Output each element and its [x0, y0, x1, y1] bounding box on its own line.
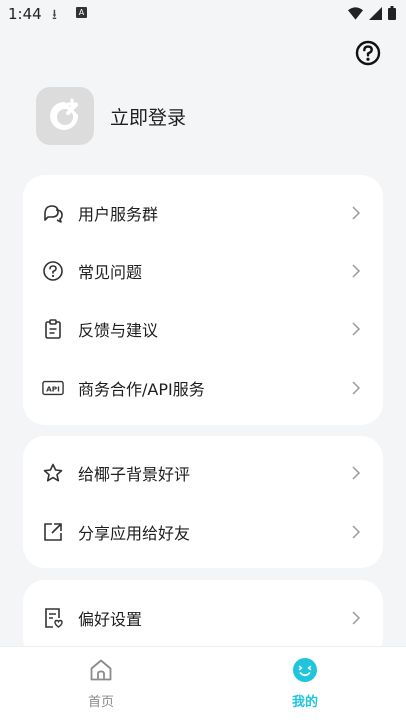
help-button[interactable] [355, 40, 381, 66]
menu-item-label: 商务合作/API服务 [78, 380, 205, 399]
menu-group-support: 用户服务群 常见问题 反馈与建议 API 商务合作/API服务 [23, 175, 383, 425]
chevron-right-icon [352, 264, 361, 278]
menu-item-label: 偏好设置 [78, 610, 143, 629]
bottom-tab-bar: 首页 我的 [0, 646, 406, 723]
svg-text:API: API [46, 385, 60, 394]
wifi-icon [348, 6, 363, 20]
tab-label: 我的 [291, 695, 318, 710]
menu-item-preferences[interactable]: 偏好设置 [23, 590, 383, 646]
api-icon: API [42, 377, 64, 399]
menu-item-feedback[interactable]: 反馈与建议 [23, 301, 383, 357]
question-circle-icon [355, 40, 381, 66]
menu-item-user-group[interactable]: 用户服务群 [23, 185, 383, 241]
menu-item-label: 给椰子背景好评 [78, 465, 191, 484]
menu-item-faq[interactable]: 常见问题 [23, 243, 383, 299]
status-time: 1:44 [8, 5, 42, 23]
tab-label: 首页 [87, 695, 114, 710]
login-section[interactable]: 立即登录 [36, 87, 186, 145]
menu-item-rate-app[interactable]: 给椰子背景好评 [23, 445, 383, 501]
tab-home[interactable]: 首页 [61, 657, 141, 715]
chevron-right-icon [352, 381, 361, 395]
chat-bubbles-icon [42, 202, 64, 224]
status-icons [348, 6, 396, 20]
avatar [36, 87, 94, 145]
tab-mine[interactable]: 我的 [265, 657, 345, 715]
menu-item-label: 反馈与建议 [78, 321, 159, 340]
menu-item-business-api[interactable]: API 商务合作/API服务 [23, 360, 383, 416]
chevron-right-icon [352, 206, 361, 220]
settings-doc-icon [42, 607, 64, 629]
question-circle-icon [42, 260, 64, 282]
menu-item-label: 分享应用给好友 [78, 524, 191, 543]
smiley-icon [292, 657, 318, 683]
login-label[interactable]: 立即登录 [110, 103, 186, 130]
clipboard-icon [42, 318, 64, 340]
app-logo-icon [50, 98, 79, 130]
menu-group-share: 给椰子背景好评 分享应用给好友 [23, 436, 383, 568]
chevron-right-icon [352, 611, 361, 625]
cell-signal-icon [369, 6, 382, 20]
share-icon [42, 521, 64, 543]
menu-item-share-app[interactable]: 分享应用给好友 [23, 504, 383, 560]
menu-item-label: 用户服务群 [78, 205, 159, 224]
app-notification-icon: A [76, 7, 87, 18]
download-icon: ⭳ [52, 7, 57, 23]
battery-icon [388, 6, 396, 20]
chevron-right-icon [352, 525, 361, 539]
chevron-right-icon [352, 322, 361, 336]
star-icon [42, 462, 64, 484]
menu-item-label: 常见问题 [78, 263, 143, 282]
chevron-right-icon [352, 466, 361, 480]
status-bar: 1:44 ⭳ A [0, 0, 406, 28]
home-icon [88, 657, 114, 683]
